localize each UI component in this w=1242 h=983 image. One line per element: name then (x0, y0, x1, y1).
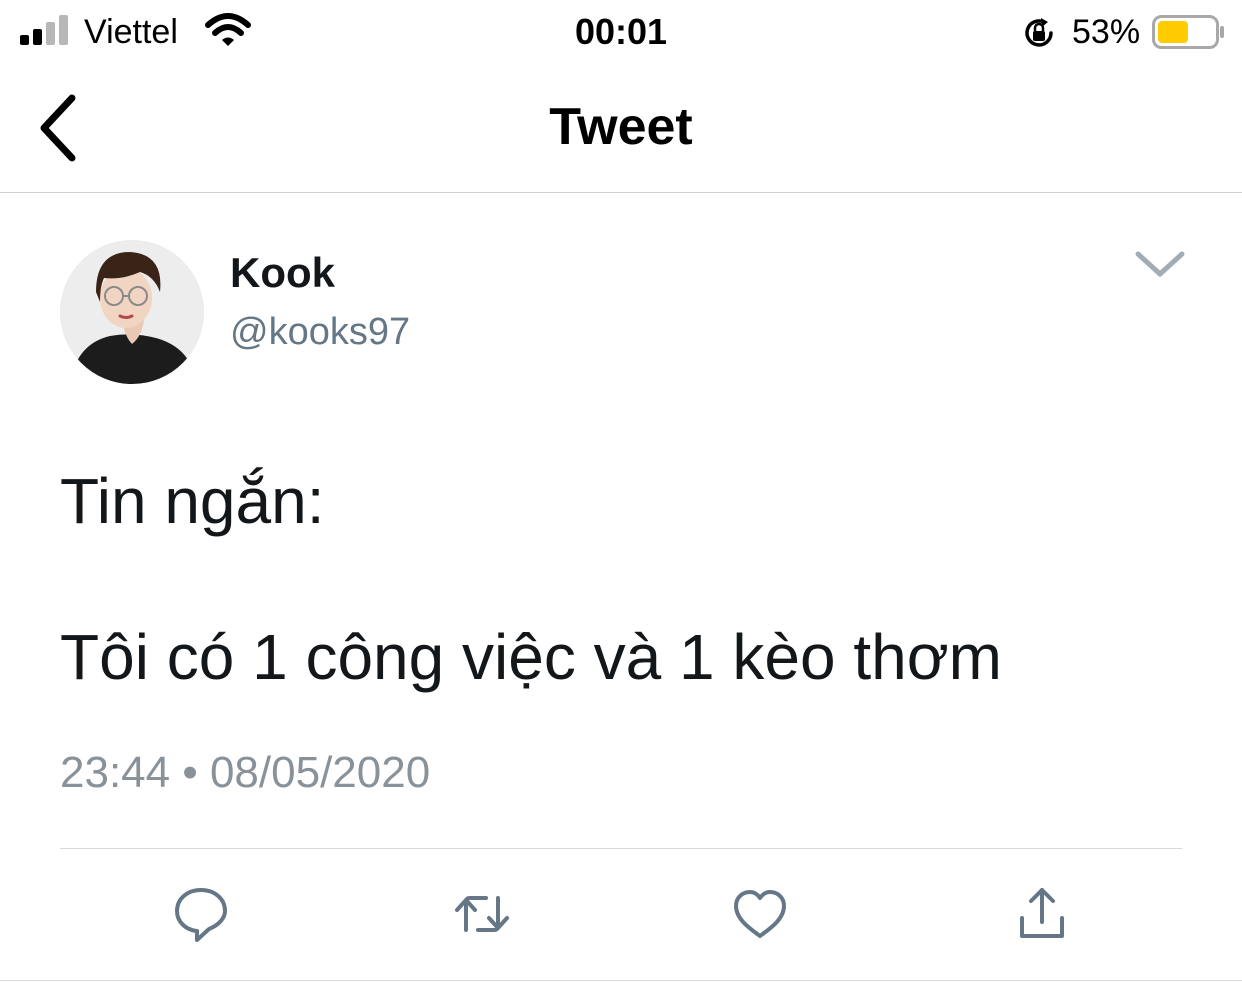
author-display-name[interactable]: Kook (230, 247, 335, 299)
page-title: Tweet (549, 98, 693, 156)
tweet-text-line: Tin ngắn: (60, 465, 325, 537)
retweet-icon (455, 896, 509, 932)
orientation-lock-icon (1025, 18, 1053, 47)
reply-icon (175, 888, 227, 942)
status-time: 00:01 (574, 11, 668, 52)
battery-percent: 53% (1072, 13, 1141, 51)
back-button[interactable] (30, 92, 90, 164)
tweet-text-line: Tôi có 1 công việc và 1 kèo thơm (60, 621, 1002, 693)
tweet-text: Tin ngắn: Tôi có 1 công việc và 1 kèo th… (60, 462, 1180, 696)
author-handle[interactable]: @kooks97 (230, 309, 410, 355)
like-button[interactable] (730, 884, 790, 944)
nav-title-wrap: Tweet (0, 96, 1242, 158)
avatar[interactable] (60, 240, 204, 384)
avatar-image (60, 240, 204, 384)
share-button[interactable] (1012, 884, 1072, 944)
share-icon (1020, 888, 1064, 938)
nav-bar: Tweet (0, 64, 1242, 193)
wifi-icon (205, 13, 251, 46)
battery-icon (1152, 15, 1224, 49)
retweet-button[interactable] (452, 884, 512, 944)
divider (60, 848, 1182, 849)
chevron-left-icon (40, 94, 76, 162)
like-icon (734, 890, 786, 938)
divider (0, 980, 1242, 981)
signal-icon (20, 15, 68, 45)
chevron-down-icon (1135, 251, 1185, 277)
tweet-detail-screen: Viettel 00:01 53% Tweet Kook @kooks97 Ti… (0, 0, 1242, 983)
tweet-timestamp[interactable]: 23:44 • 08/05/2020 (60, 746, 430, 800)
tweet-menu-button[interactable] (1134, 244, 1186, 284)
status-bar: Viettel 00:01 53% (0, 0, 1242, 64)
carrier-name: Viettel (84, 13, 178, 51)
reply-button[interactable] (171, 884, 231, 944)
